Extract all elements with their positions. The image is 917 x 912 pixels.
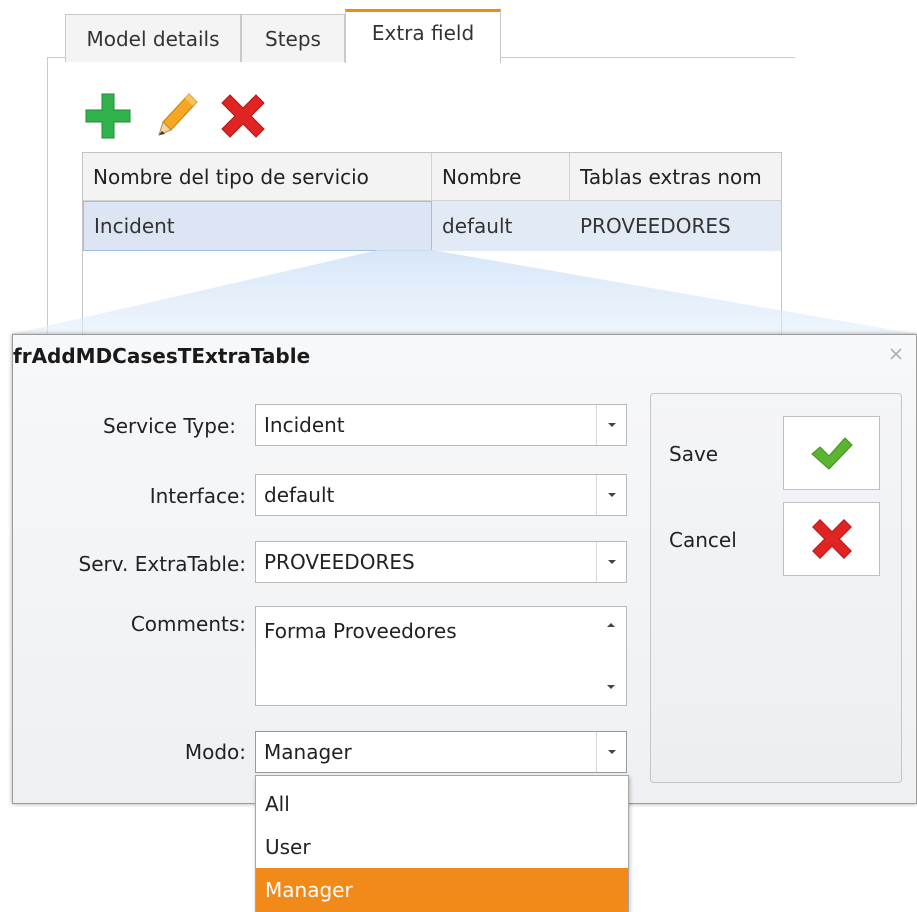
chevron-down-icon[interactable] <box>596 475 626 515</box>
interface-combo[interactable]: default <box>255 474 627 516</box>
service-type-value: Incident <box>264 413 345 437</box>
panel-border <box>47 57 48 357</box>
cancel-button[interactable] <box>783 502 880 576</box>
tab-strip-line-left <box>47 57 65 58</box>
tab-extra-field[interactable]: Extra field <box>345 9 501 63</box>
table-cell: default <box>442 214 513 238</box>
service-type-label: Service Type: <box>103 414 236 438</box>
extra-fields-grid: Nombre del tipo de servicio Nombre Tabla… <box>82 152 782 352</box>
modo-label: Modo: <box>184 740 246 764</box>
cancel-label: Cancel <box>669 528 737 552</box>
service-type-combo[interactable]: Incident <box>255 404 627 446</box>
comments-textarea[interactable]: Forma Proveedores <box>255 606 627 706</box>
chevron-down-icon[interactable] <box>596 732 626 772</box>
column-header-nombre[interactable]: Nombre <box>432 153 570 201</box>
serv-extratable-value: PROVEEDORES <box>264 550 415 574</box>
tab-model-details[interactable]: Model details <box>65 14 241 62</box>
column-header-service-type[interactable]: Nombre del tipo de servicio <box>83 153 432 201</box>
dropdown-option-user[interactable]: User <box>256 825 628 869</box>
table-row[interactable]: Incident default PROVEEDORES <box>83 201 781 251</box>
cancel-x-icon <box>811 519 852 559</box>
table-cell: Incident <box>83 201 432 251</box>
modo-value: Manager <box>264 740 352 764</box>
close-icon[interactable] <box>888 347 904 363</box>
dialog-title: frAddMDCasesTExtraTable <box>13 344 311 368</box>
modo-dropdown-list: All User Manager <box>255 775 629 912</box>
plus-icon <box>85 93 131 139</box>
delete-button[interactable] <box>217 88 269 144</box>
comments-scrollbar[interactable] <box>596 607 626 705</box>
tab-label: Model details <box>86 26 220 51</box>
save-label: Save <box>669 442 719 466</box>
scroll-up-icon[interactable] <box>596 613 626 637</box>
column-header-tablas-extras[interactable]: Tablas extras nom <box>570 153 783 201</box>
edit-button[interactable] <box>150 88 202 144</box>
dropdown-option-all[interactable]: All <box>256 782 628 826</box>
delete-x-icon <box>221 94 265 138</box>
interface-label: Interface: <box>149 484 246 508</box>
dropdown-option-manager[interactable]: Manager <box>256 868 628 912</box>
interface-value: default <box>264 483 335 507</box>
tab-label: Steps <box>265 26 321 51</box>
comments-value: Forma Proveedores <box>264 619 457 643</box>
pencil-icon <box>158 93 198 136</box>
save-button[interactable] <box>783 416 880 490</box>
comments-label: Comments: <box>130 612 246 636</box>
tab-label: Extra field <box>371 21 475 45</box>
grid-header: Nombre del tipo de servicio Nombre Tabla… <box>83 153 781 201</box>
serv-extratable-label: Serv. ExtraTable: <box>78 552 246 576</box>
chevron-down-icon[interactable] <box>596 542 626 582</box>
checkmark-icon <box>810 437 853 470</box>
table-cell: PROVEEDORES <box>580 214 731 238</box>
chevron-down-icon[interactable] <box>596 405 626 445</box>
modo-combo[interactable]: Manager <box>255 731 627 773</box>
scroll-down-icon[interactable] <box>596 675 626 699</box>
serv-extratable-combo[interactable]: PROVEEDORES <box>255 541 627 583</box>
add-button[interactable] <box>82 88 134 144</box>
tab-strip-line <box>500 57 795 58</box>
tab-steps[interactable]: Steps <box>241 14 345 62</box>
